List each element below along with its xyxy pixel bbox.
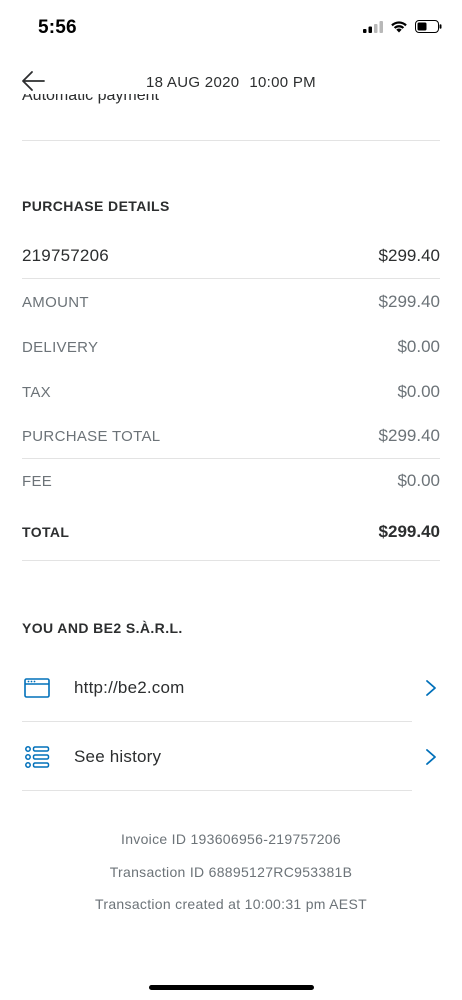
merchant-heading: YOU AND BE2 S.À.R.L. <box>22 620 183 636</box>
fee-value: $0.00 <box>397 471 440 490</box>
transaction-created: Transaction created at 10:00:31 pm AEST <box>95 896 367 912</box>
wifi-icon <box>391 21 407 33</box>
total-label: TOTAL <box>22 524 70 540</box>
chevron-right-icon <box>426 680 436 696</box>
amount-row: AMOUNT $299.40 <box>22 292 440 312</box>
invoice-number: 219757206 <box>22 246 109 265</box>
delivery-label: DELIVERY <box>22 338 99 356</box>
see-history-link[interactable]: See history <box>22 725 440 789</box>
header-time: 10:00 PM <box>249 74 316 91</box>
purchase-details-heading: PURCHASE DETAILS <box>22 198 170 214</box>
divider <box>22 790 412 791</box>
divider <box>22 458 440 459</box>
list-icon <box>22 742 52 772</box>
divider <box>22 278 440 279</box>
divider <box>22 560 440 561</box>
delivery-value: $0.00 <box>397 337 440 356</box>
tax-row: TAX $0.00 <box>22 382 440 402</box>
purchase-total-row: PURCHASE TOTAL $299.40 <box>22 426 440 446</box>
merchant-website-link[interactable]: http://be2.com <box>22 656 440 720</box>
header-date: 18 AUG 2020 <box>146 74 240 91</box>
browser-window-icon <box>22 673 52 703</box>
purchase-total-label: PURCHASE TOTAL <box>22 427 161 445</box>
page-title: 18 AUG 2020 10:00 PM <box>0 74 462 91</box>
see-history-label: See history <box>74 747 162 766</box>
status-icons <box>363 20 442 33</box>
tax-value: $0.00 <box>397 382 440 401</box>
battery-icon <box>415 20 442 33</box>
invoice-amount: $299.40 <box>378 246 440 265</box>
payment-type-text: Automatic payment <box>22 94 159 104</box>
invoice-row: 219757206 $299.40 <box>22 246 440 266</box>
website-link-label: http://be2.com <box>74 678 185 697</box>
cellular-signal-icon <box>363 20 383 33</box>
divider <box>22 140 440 141</box>
tax-label: TAX <box>22 383 51 401</box>
purchase-total-value: $299.40 <box>378 426 440 445</box>
status-bar: 5:56 <box>0 0 462 56</box>
chevron-right-icon <box>426 749 436 765</box>
status-time: 5:56 <box>38 17 77 38</box>
delivery-row: DELIVERY $0.00 <box>22 337 440 357</box>
fee-row: FEE $0.00 <box>22 471 440 491</box>
divider <box>22 721 412 722</box>
amount-label: AMOUNT <box>22 293 89 311</box>
transaction-id: Transaction ID 68895127RC953381B <box>109 864 353 880</box>
total-row: TOTAL $299.40 <box>22 522 440 542</box>
home-indicator <box>149 985 314 990</box>
fee-label: FEE <box>22 472 53 490</box>
total-value: $299.40 <box>378 522 440 541</box>
amount-value: $299.40 <box>378 292 440 311</box>
invoice-id: Invoice ID 193606956-219757206 <box>121 831 341 847</box>
